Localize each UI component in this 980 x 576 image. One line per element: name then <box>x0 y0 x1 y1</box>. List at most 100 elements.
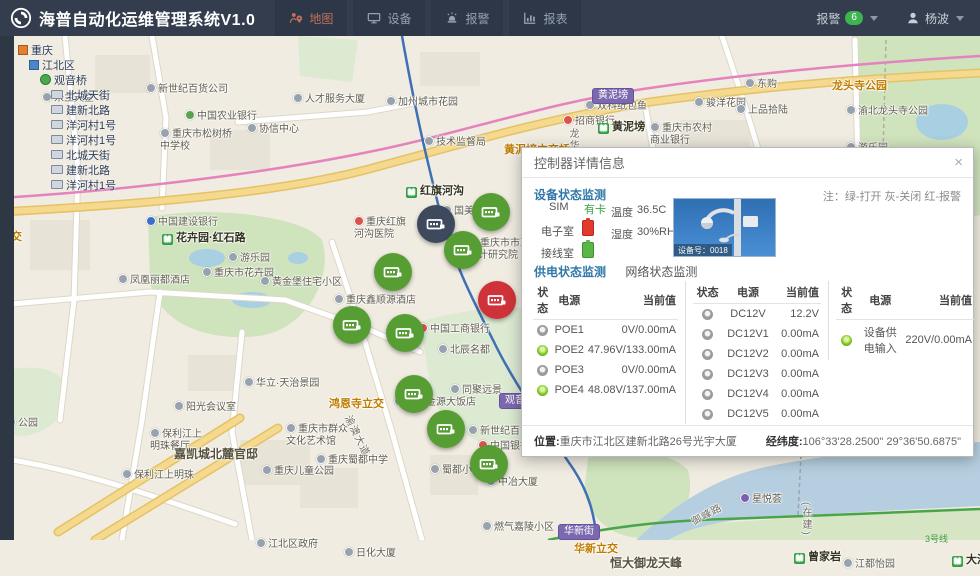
controller-device-icon <box>393 321 417 345</box>
power-table-group-3: 状态电源当前值设备供电输入220V/0.00mA <box>828 281 980 360</box>
controller-detail-popup: 控制器详情信息 × 设备状态监测 注：绿-打开 灰-关闭 红-报警 SIM 有卡… <box>521 147 974 457</box>
status-led-gray <box>702 309 713 320</box>
tab-reports-label: 报表 <box>543 10 567 27</box>
power-name: POE3 <box>553 360 586 380</box>
tree-item-建新北路[interactable]: 建新北路 <box>18 162 116 177</box>
device-icon <box>51 120 63 129</box>
tab-devices[interactable]: 设备 <box>353 0 425 36</box>
tab-power-status[interactable]: 供电状态监测 <box>534 265 606 279</box>
device-marker-green[interactable] <box>427 410 465 448</box>
status-led-gray <box>702 389 713 400</box>
electronics-room-status-red-indicator <box>582 220 594 236</box>
popup-title: 控制器详情信息 <box>534 153 625 172</box>
device-icon <box>51 150 63 159</box>
status-led-gray <box>702 349 713 360</box>
table-header: 电源 <box>857 281 903 320</box>
status-led-gray <box>537 365 548 376</box>
tree-item-洋河村1号[interactable]: 洋河村1号 <box>18 132 116 147</box>
popup-tabs: 供电状态监测 网络状态监测 <box>534 263 713 280</box>
power-status <box>693 364 722 384</box>
device-marker-green[interactable] <box>374 253 412 291</box>
table-row: DC12V50.00mA <box>693 404 821 424</box>
bar-chart-icon <box>523 11 537 25</box>
tree-item-label: 江北区 <box>42 57 75 73</box>
area-icon <box>40 74 51 85</box>
status-led-green <box>537 385 548 396</box>
table-row: DC12V10.00mA <box>693 324 821 344</box>
device-marker-green[interactable] <box>386 314 424 352</box>
device-marker-green[interactable] <box>470 445 508 483</box>
power-status <box>533 320 553 341</box>
tree-item-label: 洋河村1号 <box>66 177 116 193</box>
table-header: 状态 <box>533 281 553 320</box>
table-header: 状态 <box>693 281 722 304</box>
tree-item-label: 建新北路 <box>66 162 110 178</box>
tree-item-江北区[interactable]: 江北区 <box>18 57 116 72</box>
tab-network-status[interactable]: 网络状态监测 <box>625 265 697 279</box>
power-table-group-2: 状态电源当前值DC12V12.2VDC12V10.00mADC12V20.00m… <box>685 281 828 424</box>
tree-item-观音桥[interactable]: 观音桥 <box>18 72 116 87</box>
tree-item-建新北路[interactable]: 建新北路 <box>18 102 116 117</box>
close-icon[interactable]: × <box>954 155 963 170</box>
tree-item-label: 重庆 <box>31 42 53 58</box>
tree-item-label: 观音桥 <box>54 72 87 88</box>
controller-device-icon <box>424 212 448 236</box>
tree-item-北城天街[interactable]: 北城天街 <box>18 147 116 162</box>
tree-item-洋河村1号[interactable]: 洋河村1号 <box>18 177 116 192</box>
power-table-group-1: 状态电源当前值POE10V/0.00mAPOE247.96V/133.00mAP… <box>526 281 685 400</box>
power-name: 设备供电输入 <box>857 320 903 361</box>
controller-device-icon <box>402 382 426 406</box>
table-header: 电源 <box>553 281 586 320</box>
power-value: 0.00mA <box>774 324 821 344</box>
alarm-dropdown[interactable]: 报警 6 <box>816 10 880 27</box>
coordinates-value: 106°33'28.2500" 29°36'50.6875" <box>803 436 961 448</box>
device-marker-red[interactable] <box>478 281 516 319</box>
device-marker-green[interactable] <box>395 375 433 413</box>
power-name: DC12V <box>722 304 773 325</box>
power-value: 0.00mA <box>774 364 821 384</box>
power-name: DC12V3 <box>722 364 773 384</box>
status-led-green <box>841 335 852 346</box>
wiring-room-status-green-indicator <box>582 242 594 258</box>
user-menu[interactable]: 杨波 <box>906 10 966 27</box>
tab-map-label: 地图 <box>309 10 333 27</box>
power-status <box>836 320 857 361</box>
coordinates-field: 经纬度:106°33'28.2500" 29°36'50.6875" <box>766 433 961 449</box>
controller-device-icon <box>381 260 405 284</box>
region-tree: 重庆江北区观音桥北城天街建新北路洋河村1号洋河村1号北城天街建新北路洋河村1号 <box>18 42 116 192</box>
tree-item-北城天街[interactable]: 北城天街 <box>18 87 116 102</box>
tab-map[interactable]: 地图 <box>275 0 347 36</box>
device-monitor-icon <box>367 11 381 25</box>
humidity-label: 湿度 <box>611 226 633 242</box>
tab-alarms[interactable]: 报警 <box>431 0 503 36</box>
tree-item-洋河村1号[interactable]: 洋河村1号 <box>18 117 116 132</box>
status-led-green <box>537 345 548 356</box>
tree-item-label: 洋河村1号 <box>66 132 116 148</box>
device-marker-green[interactable] <box>472 193 510 231</box>
tree-item-label: 北城天街 <box>66 87 110 103</box>
device-marker-green[interactable] <box>444 231 482 269</box>
popup-header: 控制器详情信息 × <box>522 148 973 178</box>
device-marker-green[interactable] <box>333 306 371 344</box>
tab-reports[interactable]: 报表 <box>509 0 581 36</box>
controller-device-icon <box>485 288 509 312</box>
table-header: 电源 <box>722 281 773 304</box>
device-icon <box>51 135 63 144</box>
table-row: POE30V/0.00mA <box>533 360 678 380</box>
power-name: POE1 <box>553 320 586 341</box>
topbar-right: 报警 6 杨波 <box>816 10 980 27</box>
power-value: 47.96V/133.00mA <box>586 340 678 360</box>
humidity-value: 30%RH <box>637 226 675 238</box>
table-header: 当前值 <box>774 281 821 304</box>
alarm-count-badge: 6 <box>845 11 863 25</box>
chevron-down-icon <box>870 16 878 21</box>
power-status <box>533 340 553 360</box>
power-name: DC12V2 <box>722 344 773 364</box>
power-name: POE2 <box>553 340 586 360</box>
location-field: 位置:重庆市江北区建新北路26号光宇大厦 <box>534 433 737 449</box>
power-value: 0.00mA <box>774 344 821 364</box>
power-status-tables: 状态电源当前值POE10V/0.00mAPOE247.96V/133.00mAP… <box>526 281 980 424</box>
power-value: 12.2V <box>774 304 821 325</box>
device-icon <box>51 90 63 99</box>
tree-item-重庆[interactable]: 重庆 <box>18 42 116 57</box>
